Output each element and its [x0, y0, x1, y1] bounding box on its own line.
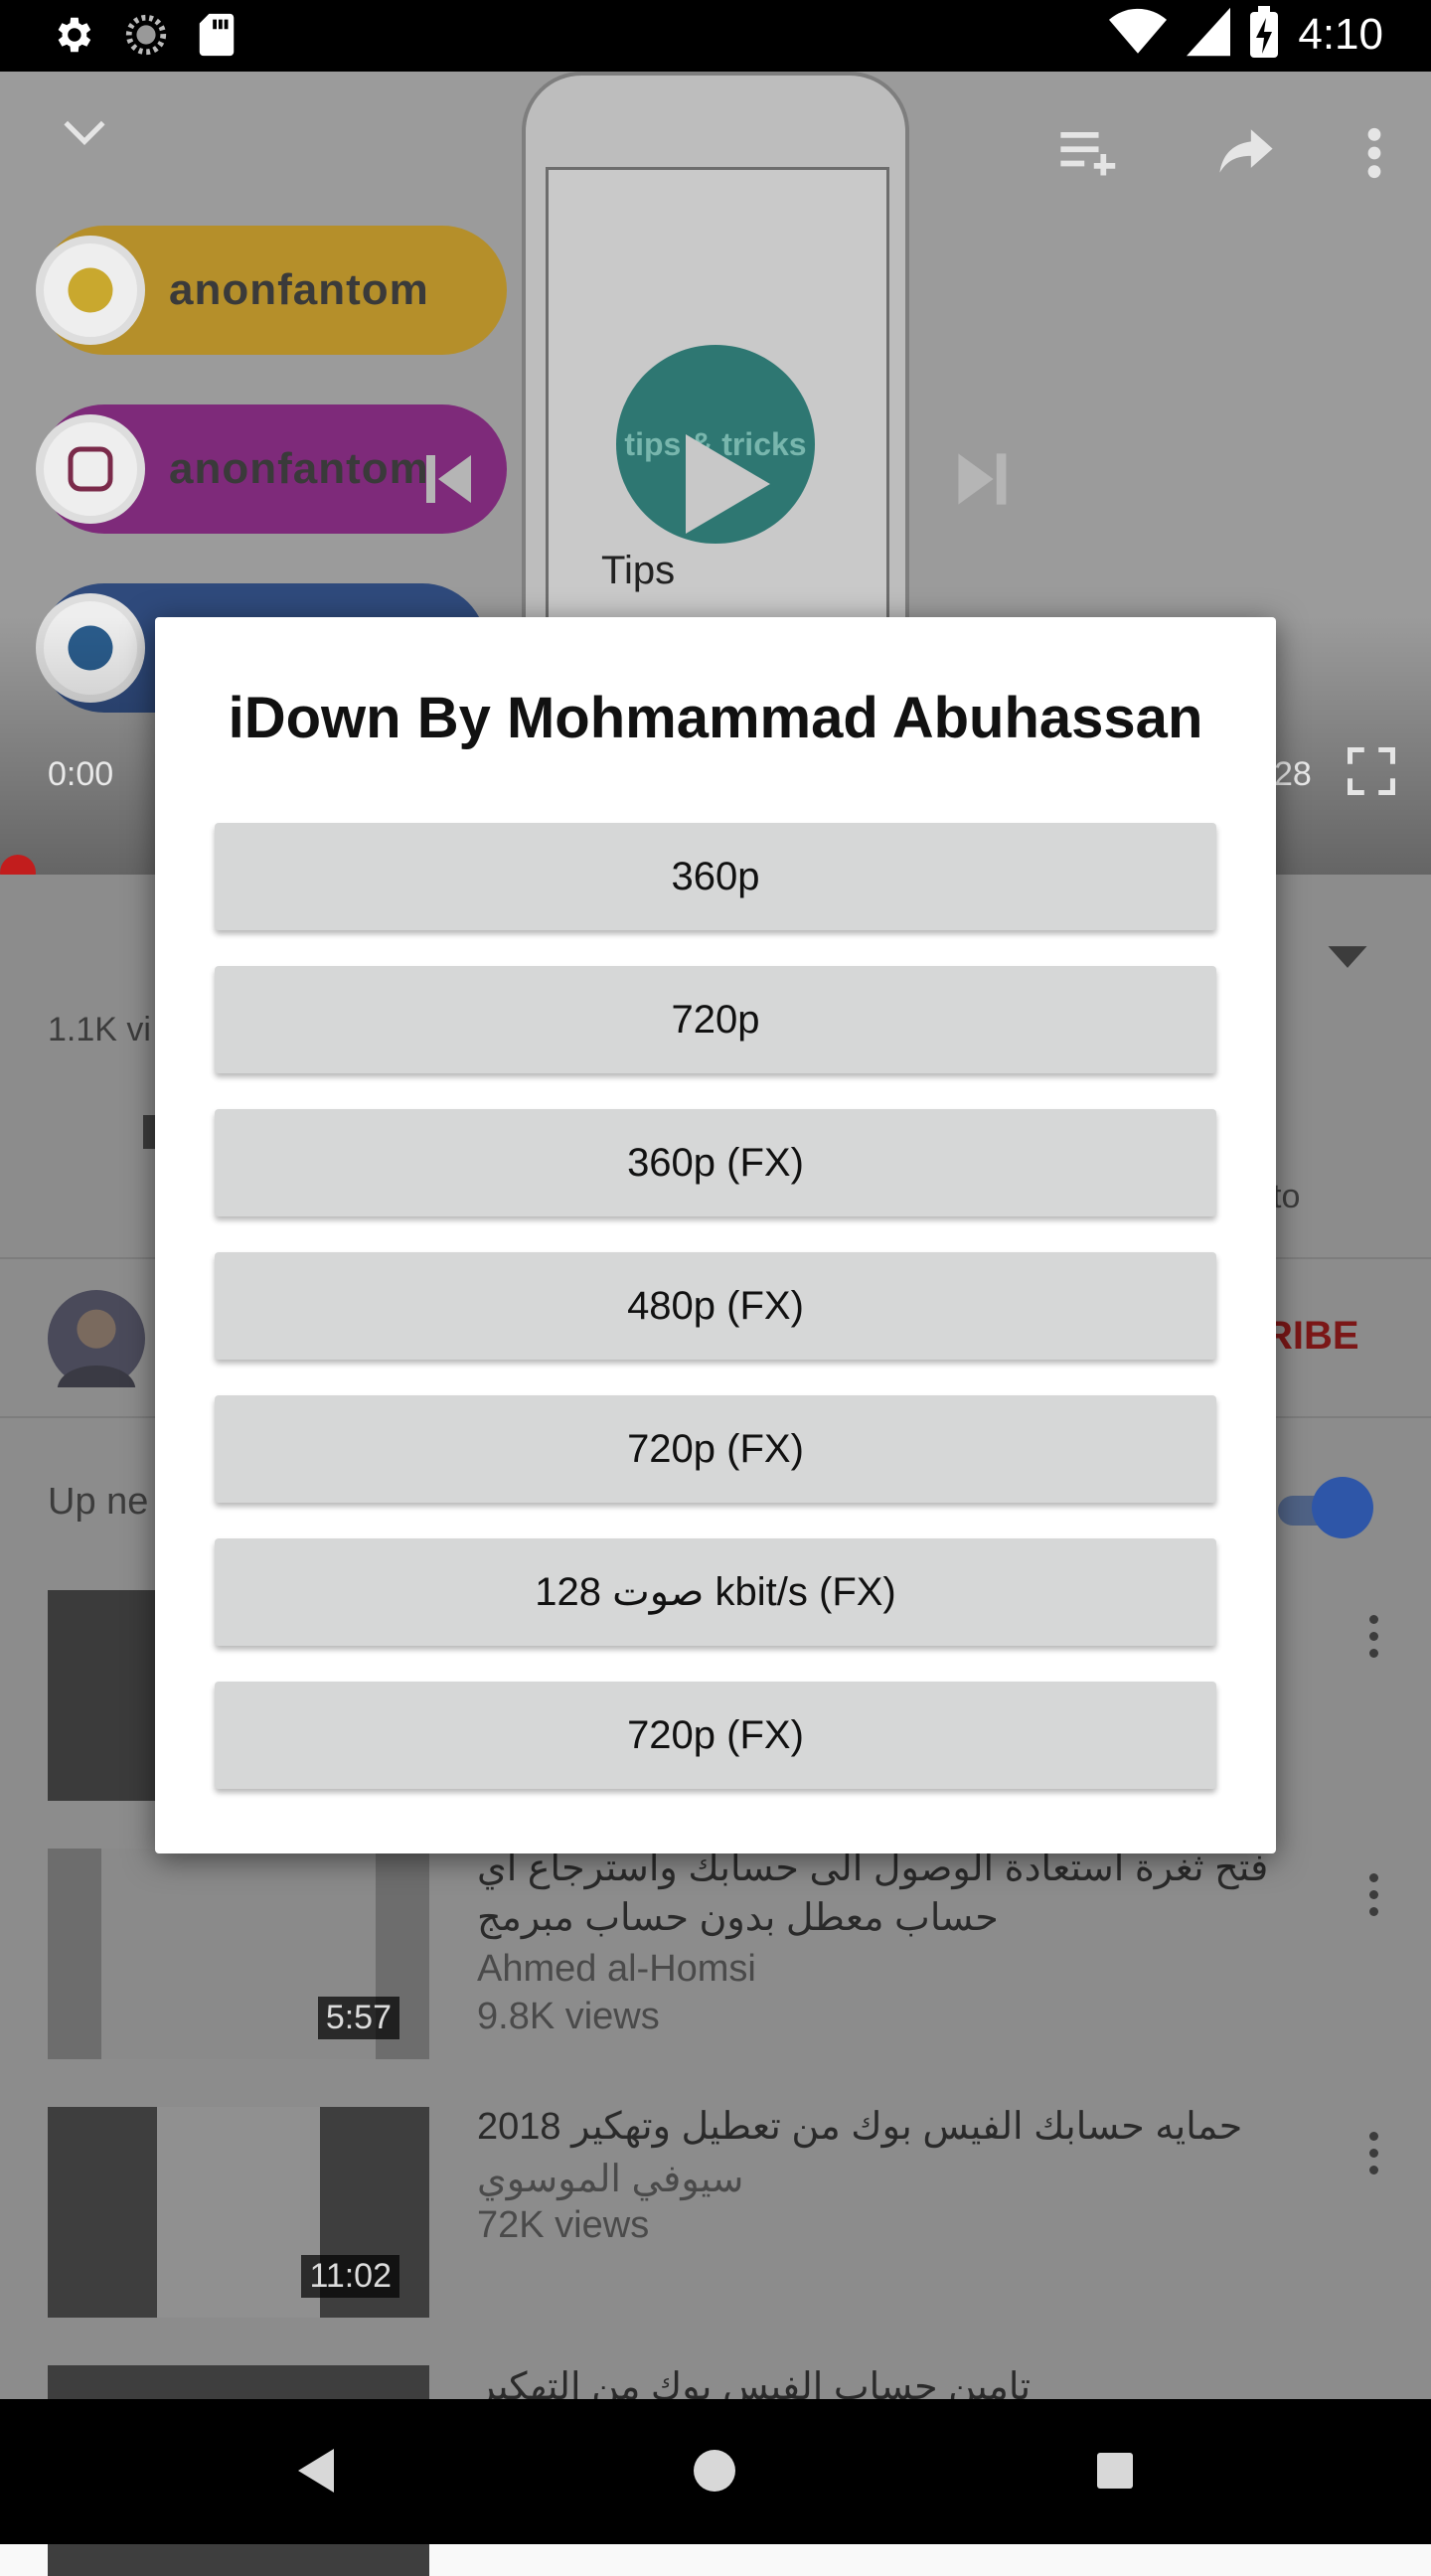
fullscreen-icon[interactable] — [1347, 746, 1396, 800]
action-label: to — [1272, 1178, 1301, 1215]
status-bar: 4:10 — [0, 0, 1431, 72]
more-vert-icon[interactable] — [1369, 1615, 1381, 1658]
option-720p-button[interactable]: 720p — [215, 966, 1216, 1073]
autoplay-toggle[interactable] — [1312, 1477, 1373, 1538]
video-title[interactable]: فتح ثغرة استعادة الوصول الى حسابك واسترج… — [477, 1844, 1272, 1943]
option-audio-128-button[interactable]: صوت 128 kbit/s (FX) — [215, 1538, 1216, 1646]
sd-card-icon — [197, 12, 237, 63]
video-views: 72K views — [477, 2204, 650, 2246]
tips-overlay-text: Tips — [601, 549, 676, 592]
video-channel: Ahmed al-Homsi — [477, 1948, 756, 1990]
expand-description-icon[interactable] — [1326, 944, 1369, 975]
battery-charging-icon — [1250, 6, 1279, 63]
download-dialog: iDown By Mohmammad Abuhassan 360p 720p 3… — [155, 617, 1276, 1853]
add-to-playlist-icon[interactable] — [1058, 129, 1120, 184]
action-icon[interactable] — [143, 1115, 155, 1149]
signal-icon — [1187, 7, 1231, 62]
option-480p-fx-button[interactable]: 480p (FX) — [215, 1252, 1216, 1360]
navigation-bar — [0, 2399, 1431, 2544]
snapchat-banner: anonfantom — [36, 226, 507, 355]
more-vert-icon[interactable] — [1369, 2132, 1381, 2174]
option-720p-fx-button[interactable]: 720p (FX) — [215, 1395, 1216, 1503]
instagram-icon — [36, 414, 145, 524]
option-360p-button[interactable]: 360p — [215, 823, 1216, 930]
next-icon[interactable] — [952, 447, 1016, 516]
video-views: 9.8K views — [477, 1996, 660, 2037]
video-thumbnail[interactable]: 5:57 — [48, 1849, 429, 2059]
collapse-icon[interactable] — [60, 113, 109, 158]
video-title[interactable]: حمايه حسابك الفيس بوك من تعطيل وتهكير 20… — [477, 2102, 1272, 2152]
view-count: 1.1K vi — [48, 1011, 151, 1048]
video-channel: سيوفي الموسوي — [477, 2159, 744, 2200]
avatar[interactable] — [48, 1290, 145, 1387]
video-thumbnail[interactable]: 11:02 — [48, 2107, 429, 2318]
wifi-icon — [1109, 7, 1168, 62]
current-time: 0:00 — [48, 755, 114, 793]
more-vert-icon[interactable] — [1366, 126, 1382, 185]
option-720p-fx-alt-button[interactable]: 720p (FX) — [215, 1682, 1216, 1789]
home-icon[interactable] — [694, 2450, 735, 2492]
settings-icon — [50, 12, 95, 63]
option-360p-fx-button[interactable]: 360p (FX) — [215, 1109, 1216, 1216]
sync-icon — [123, 12, 169, 63]
previous-icon[interactable] — [417, 449, 477, 514]
subscribe-button[interactable]: RIBE — [1264, 1314, 1359, 1359]
banner-name: anonfantom — [169, 265, 429, 314]
back-icon[interactable] — [298, 2449, 334, 2493]
play-icon[interactable] — [676, 429, 775, 544]
up-next-label: Up ne — [48, 1481, 149, 1523]
clock: 4:10 — [1298, 9, 1383, 59]
recents-icon[interactable] — [1097, 2453, 1133, 2489]
duration: 28 — [1274, 755, 1312, 793]
snapchat-icon — [36, 236, 145, 345]
more-vert-icon[interactable] — [1369, 1873, 1381, 1916]
video-duration: 5:57 — [317, 1997, 399, 2039]
share-icon[interactable] — [1217, 126, 1275, 181]
dialog-title: iDown By Mohmammad Abuhassan — [228, 686, 1203, 750]
banner-name: anonfantom — [169, 444, 429, 493]
video-duration: 11:02 — [301, 2255, 399, 2298]
